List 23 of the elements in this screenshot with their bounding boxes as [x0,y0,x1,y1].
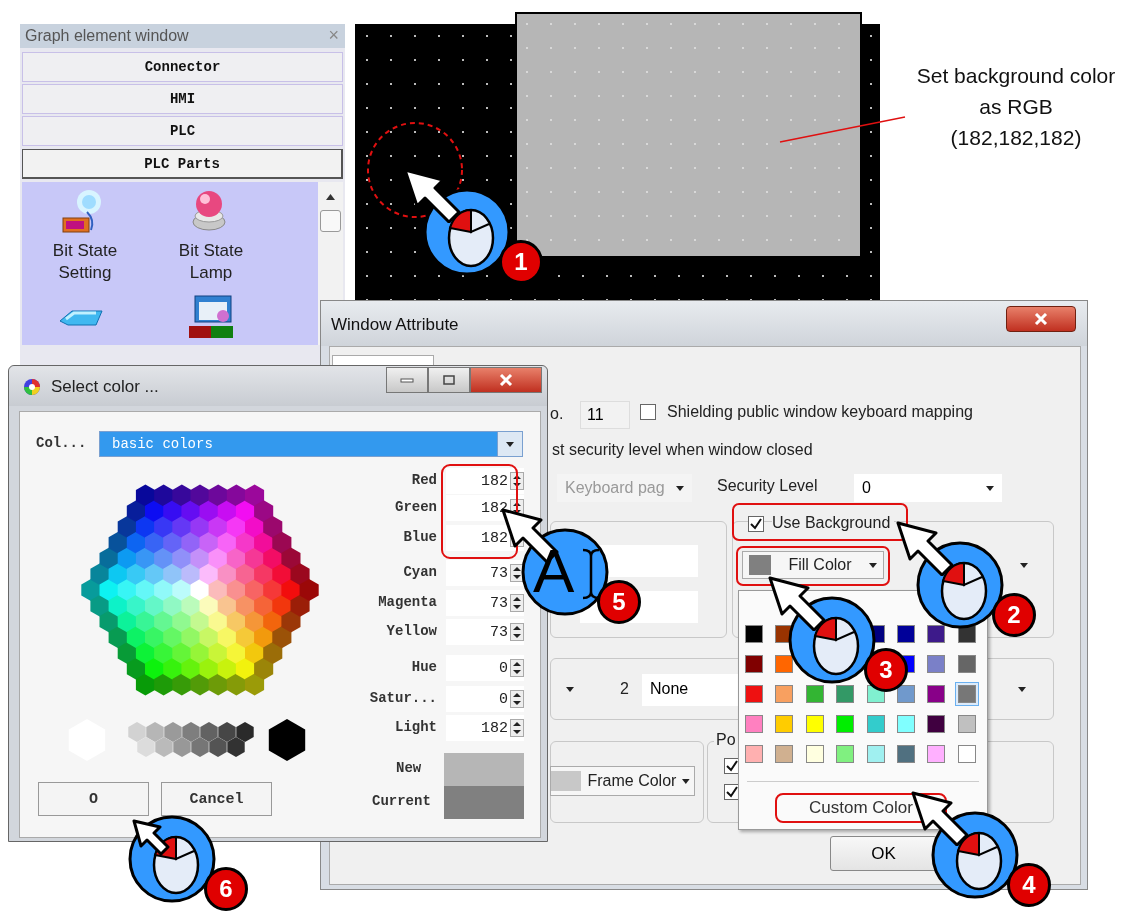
field-label: Cyan [402,564,437,580]
field-label: Hue [410,659,437,675]
index-label: 2 [620,680,629,698]
field-label: Magenta [377,594,437,610]
field-label: Light [394,719,437,735]
field-label: Blue [402,529,437,545]
checkbox-label: Shielding public window keyboard mapping [667,403,973,421]
field-label: Red [410,472,437,488]
field-label: Col... [36,435,87,451]
panel-title: Graph element window [25,27,189,45]
field-label: Security Level [717,477,818,495]
checkbox-label: Use Background [772,514,895,532]
option-label: st security level when window closed [552,441,813,459]
window-title: Select color ... [51,377,159,397]
field-label: New [396,760,422,776]
field-label: Yellow [385,623,437,639]
field-label: Green [394,499,437,515]
field-label: o. [550,405,564,423]
window-title: Window Attribute [331,315,459,335]
step-badge: 6 [204,867,248,911]
note-text: Set background color as RGB (182,182,182) [915,63,1117,151]
field-label: Satur... [368,690,437,706]
field-label: Current [372,793,431,809]
